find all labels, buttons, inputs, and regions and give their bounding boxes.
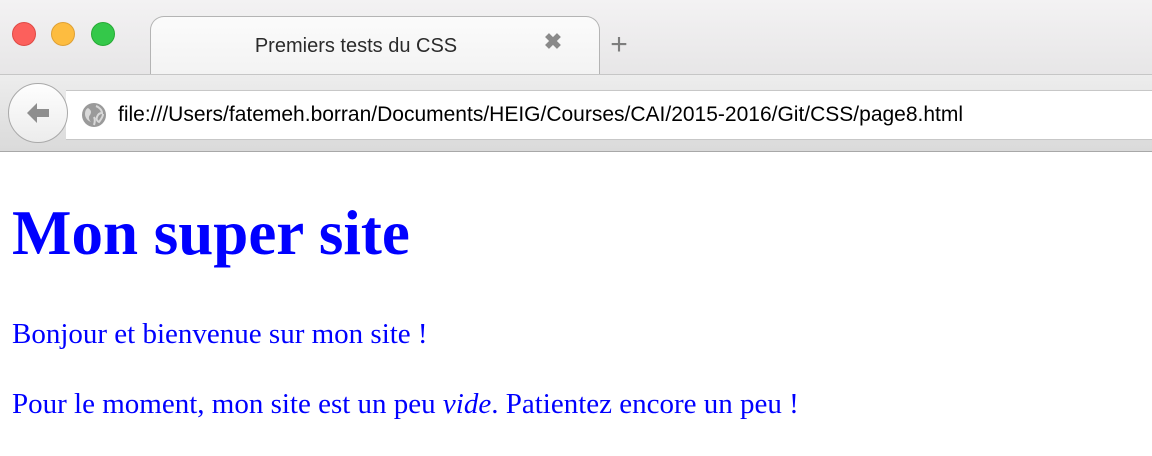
close-tab-icon[interactable]: ✖ — [541, 30, 565, 54]
close-window-icon[interactable] — [12, 22, 36, 46]
tab-title: Premiers tests du CSS — [254, 35, 458, 57]
info-text-before: Pour le moment, mon site est un peu — [12, 388, 443, 420]
address-toolbar: file:///Users/fatemeh.borran/Documents/H… — [0, 74, 1152, 152]
maximize-window-icon[interactable] — [91, 22, 115, 46]
url-text[interactable]: file:///Users/fatemeh.borran/Documents/H… — [118, 103, 963, 127]
page-content: Mon super site Bonjour et bienvenue sur … — [0, 153, 1152, 456]
info-text-after: . Patientez encore un peu ! — [491, 388, 799, 420]
tab-active[interactable]: Premiers tests du CSS ✖ — [150, 16, 600, 74]
info-text-emphasis: vide — [442, 388, 492, 420]
address-bar[interactable]: file:///Users/fatemeh.borran/Documents/H… — [66, 90, 1152, 140]
arrow-left-icon — [27, 103, 49, 123]
new-tab-button[interactable]: + — [604, 30, 634, 60]
browser-window: Premiers tests du CSS ✖ + file:///Users/… — [0, 0, 1152, 456]
minimize-window-icon[interactable] — [51, 22, 75, 46]
globe-icon — [82, 103, 106, 127]
page-heading: Mon super site — [12, 198, 410, 268]
welcome-paragraph: Bonjour et bienvenue sur mon site ! — [12, 318, 428, 350]
info-paragraph: Pour le moment, mon site est un peu vide… — [12, 388, 799, 421]
tab-strip: Premiers tests du CSS ✖ + — [0, 0, 1152, 74]
back-button[interactable] — [8, 83, 68, 143]
